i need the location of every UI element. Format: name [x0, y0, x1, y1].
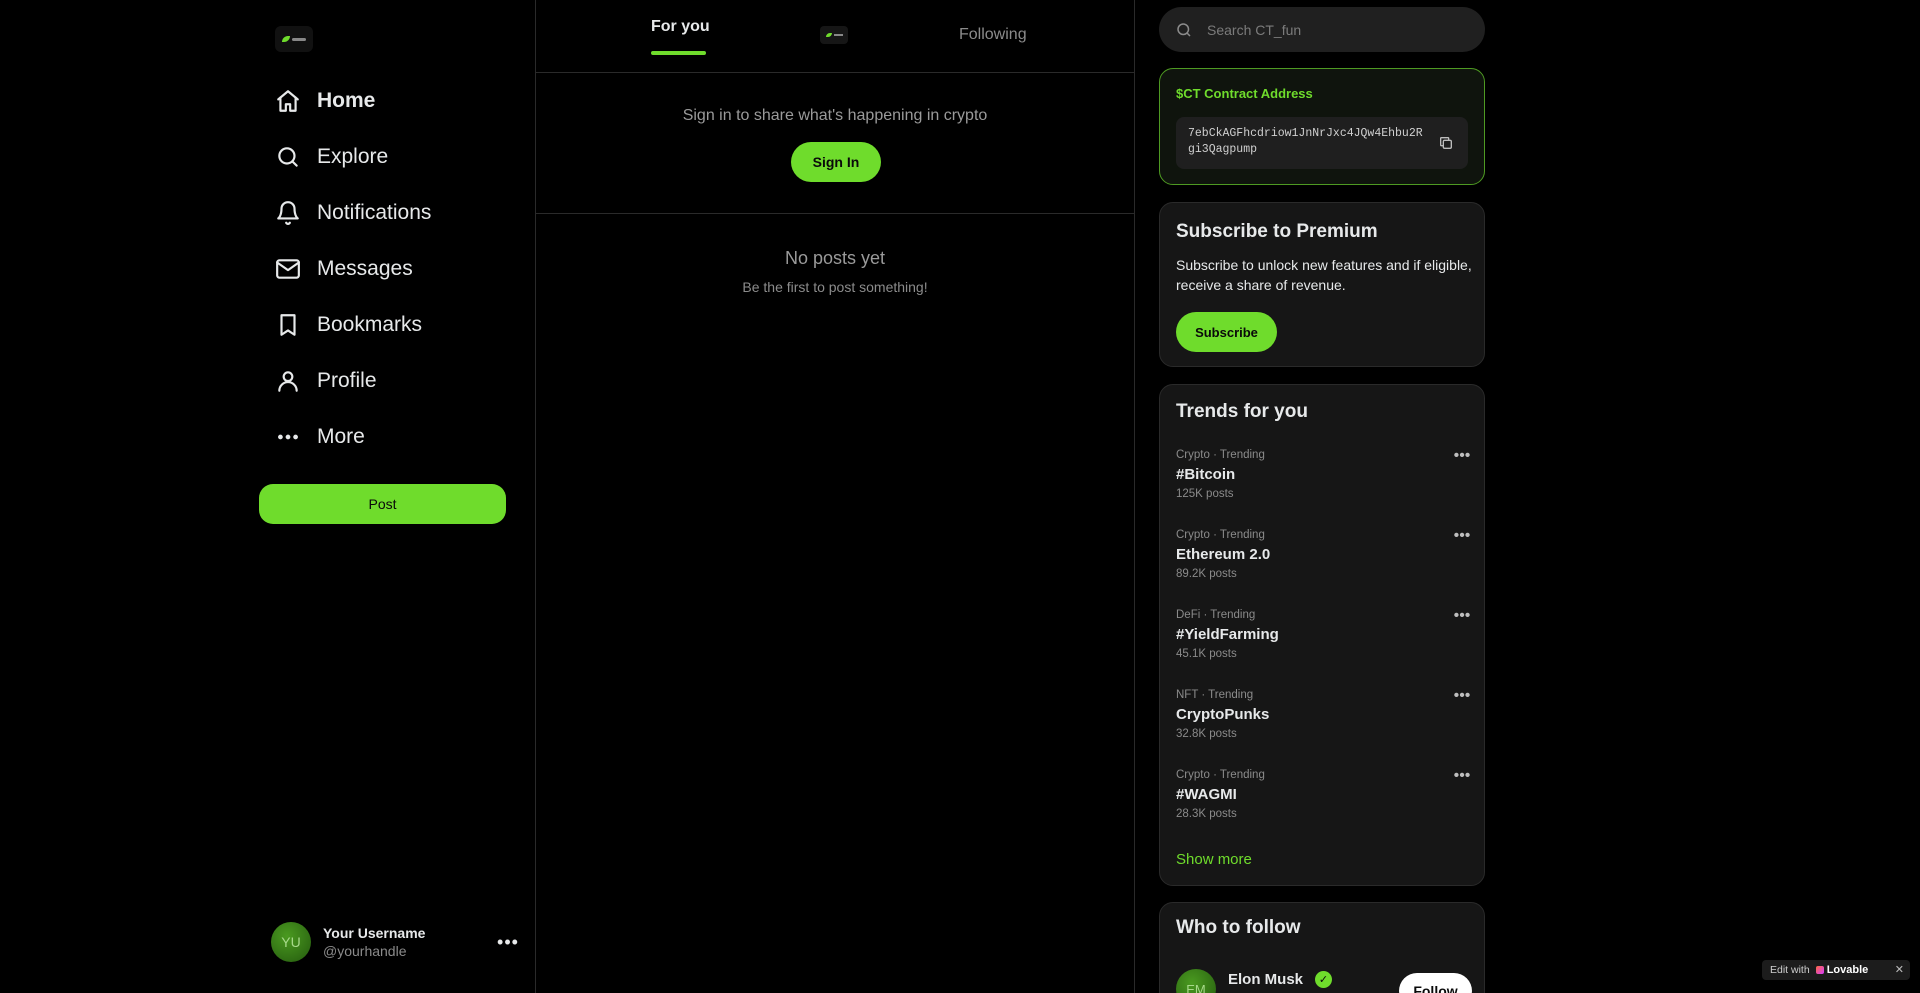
avatar: EM — [1176, 969, 1216, 993]
suggested-user-name: Elon Musk — [1228, 971, 1304, 988]
trend-count: 125K posts — [1176, 488, 1234, 500]
contract-address: 7ebCkAGFhcdriow1JnNrJxc4JQw4Ehbu2Rgi3Qag… — [1188, 127, 1423, 156]
feed-tabs: For you Following — [536, 0, 1134, 73]
contract-address-card: $CT Contract Address 7ebCkAGFhcdriow1JnN… — [1159, 68, 1485, 185]
trend-count: 32.8K posts — [1176, 728, 1237, 740]
badge-prefix: Edit with — [1770, 964, 1810, 976]
trend-item[interactable]: NFT · Trending CryptoPunks 32.8K posts •… — [1176, 688, 1472, 769]
logo-wordmark — [292, 37, 306, 41]
tab-logo-icon — [820, 26, 848, 44]
nav-item-more[interactable]: More — [275, 409, 431, 465]
edit-with-lovable-badge[interactable]: Edit with Lovable ✕ — [1762, 960, 1910, 980]
trend-more-icon[interactable]: ••• — [1452, 768, 1472, 787]
logo-wordmark — [833, 34, 843, 36]
account-handle: @yourhandle — [323, 943, 407, 959]
copy-icon[interactable] — [1438, 135, 1454, 151]
empty-state-subtitle: Be the first to post something! — [742, 279, 928, 295]
who-to-follow-title: Who to follow — [1176, 917, 1301, 938]
trend-meta: Crypto · Trending — [1176, 769, 1265, 781]
trend-meta: Crypto · Trending — [1176, 449, 1265, 461]
trend-item[interactable]: Crypto · Trending #WAGMI 28.3K posts ••• — [1176, 768, 1472, 849]
trend-more-icon[interactable]: ••• — [1452, 688, 1472, 707]
contract-address-box: 7ebCkAGFhcdriow1JnNrJxc4JQw4Ehbu2Rgi3Qag… — [1176, 117, 1468, 169]
follow-button[interactable]: Follow — [1399, 973, 1472, 993]
trend-more-icon[interactable]: ••• — [1452, 528, 1472, 547]
show-more-link[interactable]: Show more — [1176, 851, 1252, 868]
user-icon — [278, 371, 298, 392]
trend-name: #Bitcoin — [1176, 466, 1236, 483]
trend-item[interactable]: DeFi · Trending #YieldFarming 45.1K post… — [1176, 608, 1472, 689]
post-button[interactable]: Post — [259, 484, 506, 524]
nav-item-notifications[interactable]: Notifications — [275, 185, 431, 241]
home-icon — [277, 90, 299, 112]
contract-title: $CT Contract Address — [1176, 86, 1313, 101]
badge-brand: Lovable — [1826, 964, 1869, 976]
nav-label: Notifications — [317, 201, 432, 224]
more-dots-icon — [278, 434, 298, 440]
trend-meta: NFT · Trending — [1176, 689, 1254, 701]
left-sidebar: Home Explore Notifications Messages Book… — [259, 0, 535, 993]
trends-card: Trends for you Crypto · Trending #Bitcoi… — [1159, 384, 1485, 886]
trend-count: 89.2K posts — [1176, 568, 1237, 580]
nav-item-profile[interactable]: Profile — [275, 353, 431, 409]
trends-title: Trends for you — [1176, 401, 1308, 422]
nav-item-home[interactable]: Home — [275, 73, 431, 129]
premium-text: Subscribe to unlock new features and if … — [1176, 257, 1472, 293]
mail-icon — [276, 259, 300, 279]
active-tab-indicator — [651, 51, 706, 55]
nav-label: Explore — [317, 145, 389, 168]
account-switcher[interactable]: YU Your Username @yourhandle ••• — [271, 920, 519, 964]
trend-name: #YieldFarming — [1176, 626, 1279, 643]
nav-label: Home — [317, 89, 376, 112]
trend-meta: Crypto · Trending — [1176, 529, 1265, 541]
nav-item-explore[interactable]: Explore — [275, 129, 431, 185]
trend-name: #WAGMI — [1176, 786, 1237, 803]
nav-item-messages[interactable]: Messages — [275, 241, 431, 297]
search-bar[interactable] — [1159, 7, 1485, 52]
who-to-follow-card: Who to follow EM Elon Musk ✓ Follow — [1159, 902, 1485, 993]
trend-name: CryptoPunks — [1176, 706, 1270, 723]
trend-meta: DeFi · Trending — [1176, 609, 1256, 621]
nav-label: Bookmarks — [317, 313, 423, 336]
account-more-icon[interactable]: ••• — [497, 931, 519, 953]
app-logo[interactable] — [275, 26, 313, 52]
trend-count: 28.3K posts — [1176, 808, 1237, 820]
logo-leaf-icon — [282, 36, 290, 42]
main-nav: Home Explore Notifications Messages Book… — [275, 73, 431, 465]
sign-in-button[interactable]: Sign In — [791, 142, 881, 182]
trend-more-icon[interactable]: ••• — [1452, 608, 1472, 627]
bookmark-icon — [280, 314, 296, 336]
account-name: Your Username — [323, 925, 426, 941]
nav-label: More — [317, 425, 365, 448]
verified-check-icon: ✓ — [1315, 971, 1332, 988]
trend-item[interactable]: Crypto · Trending #Bitcoin 125K posts ••… — [1176, 448, 1472, 529]
premium-title: Subscribe to Premium — [1176, 221, 1378, 242]
trend-item[interactable]: Crypto · Trending Ethereum 2.0 89.2K pos… — [1176, 528, 1472, 609]
logo-leaf-icon — [825, 33, 832, 37]
search-input[interactable] — [1207, 21, 1467, 38]
signin-message: Sign in to share what's happening in cry… — [682, 107, 988, 124]
empty-state-title: No posts yet — [784, 248, 886, 268]
trend-more-icon[interactable]: ••• — [1452, 448, 1472, 467]
main-feed: For you Following Sign in to share what'… — [535, 0, 1135, 993]
avatar: YU — [271, 922, 311, 962]
subscribe-button[interactable]: Subscribe — [1176, 312, 1277, 352]
bell-icon — [277, 201, 299, 225]
trend-name: Ethereum 2.0 — [1176, 546, 1271, 563]
search-icon — [1177, 22, 1191, 37]
account-info: Your Username @yourhandle — [323, 925, 497, 959]
lovable-heart-icon — [1815, 966, 1824, 974]
signin-prompt: Sign in to share what's happening in cry… — [536, 73, 1134, 214]
premium-card: Subscribe to Premium Subscribe to unlock… — [1159, 202, 1485, 367]
nav-label: Messages — [317, 257, 413, 280]
search-icon — [278, 147, 298, 167]
follow-suggestion[interactable]: EM Elon Musk ✓ Follow — [1176, 969, 1472, 993]
tab-for-you[interactable]: For you — [651, 18, 710, 36]
nav-item-bookmarks[interactable]: Bookmarks — [275, 297, 431, 353]
tab-following[interactable]: Following — [959, 26, 1027, 44]
app-root: Home Explore Notifications Messages Book… — [0, 0, 1920, 993]
trend-count: 45.1K posts — [1176, 648, 1237, 660]
nav-label: Profile — [317, 369, 377, 392]
close-icon[interactable]: ✕ — [1895, 963, 1904, 976]
